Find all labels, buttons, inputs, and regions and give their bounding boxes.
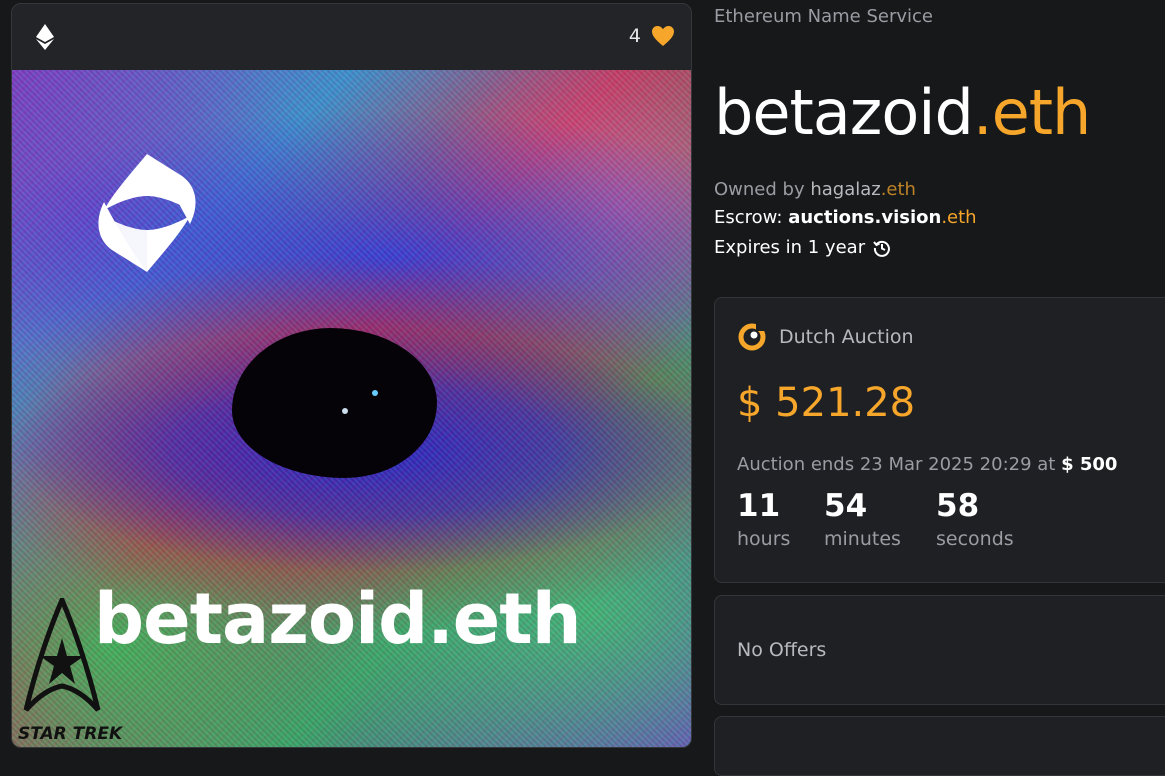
end-price: $ 500 — [1061, 454, 1118, 475]
owner-line: Owned by hagalaz.eth — [714, 179, 916, 200]
auction-type: Dutch Auction — [779, 326, 914, 348]
page-title: betazoid.eth — [714, 76, 1091, 149]
auction-timer-icon — [738, 323, 766, 351]
auction-panel: Dutch Auction $ 521.28 Auction ends 23 M… — [714, 297, 1165, 583]
title-tld: .eth — [972, 76, 1091, 149]
countdown-hours: 11 hours — [737, 488, 791, 550]
nft-card: 4 betazoid.eth STAR TREK — [11, 3, 692, 748]
star-trek-delta-icon — [23, 598, 101, 712]
nft-artwork[interactable]: betazoid.eth STAR TREK — [12, 70, 691, 747]
escrow-link[interactable]: auctions.vision.eth — [788, 207, 976, 228]
countdown-seconds: 58 seconds — [936, 488, 1014, 550]
title-name: betazoid — [714, 76, 974, 149]
artwork-domain-name: betazoid.eth — [94, 578, 582, 660]
history-icon[interactable] — [873, 239, 891, 257]
owner-link[interactable]: hagalaz.eth — [810, 179, 916, 200]
escrow-label: Escrow: — [714, 207, 789, 228]
like-count: 4 — [628, 25, 641, 47]
expiry-text: Expires in 1 year — [714, 237, 866, 258]
countdown-minutes: 54 minutes — [824, 488, 901, 550]
heart-icon[interactable] — [651, 25, 675, 47]
no-offers-text: No Offers — [737, 639, 827, 661]
next-panel — [714, 716, 1165, 776]
auction-header: Dutch Auction — [737, 322, 914, 352]
owned-label: Owned by — [714, 179, 811, 200]
expiry-line: Expires in 1 year — [714, 237, 891, 258]
details-column: Ethereum Name Service betazoid.eth Owned… — [714, 0, 1165, 776]
current-price: $ 521.28 — [737, 380, 916, 426]
like-counter[interactable]: 4 — [629, 25, 675, 47]
offers-panel: No Offers — [714, 595, 1165, 705]
ens-logo-icon — [98, 154, 196, 272]
collection-name[interactable]: Ethereum Name Service — [714, 6, 933, 27]
ethereum-icon — [36, 24, 54, 50]
escrow-line: Escrow: auctions.vision.eth — [714, 207, 977, 228]
eye-pupil — [232, 328, 437, 478]
card-header: 4 — [12, 4, 691, 70]
countdown-timer: 11 hours 54 minutes 58 seconds — [737, 488, 1046, 550]
auction-end-info: Auction ends 23 Mar 2025 20:29 at $ 500 — [737, 454, 1118, 475]
star-trek-wordmark: STAR TREK — [18, 724, 123, 744]
